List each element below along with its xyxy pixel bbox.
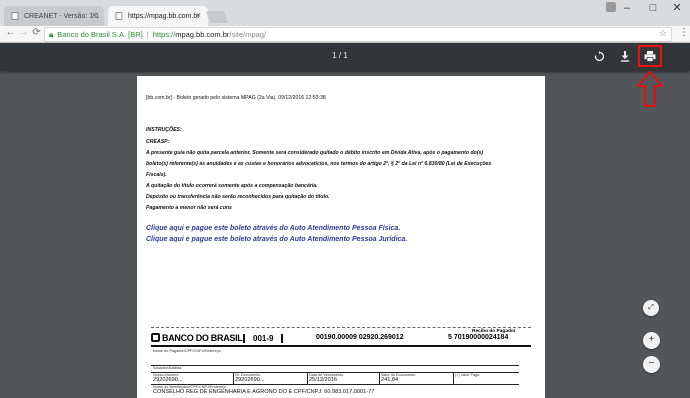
download-icon[interactable] xyxy=(620,51,630,62)
vencimento-value: 25/12/2016 xyxy=(309,377,337,383)
print-highlight-box xyxy=(638,45,662,67)
field-label: (=) Valor Pago xyxy=(455,373,480,377)
beneficiario-value: CONSELHO REG DE ENGENHARIA E AGRONO DO E… xyxy=(153,389,375,395)
pdf-toolbar: 1 / 1 xyxy=(0,43,690,71)
banco-do-brasil-logo: BANCO DO BRASIL xyxy=(151,333,243,343)
document-favicon-icon xyxy=(115,12,123,20)
rotate-icon[interactable] xyxy=(594,51,605,62)
zoom-in-button[interactable]: + xyxy=(643,332,660,349)
close-tab-icon[interactable]: × xyxy=(92,10,97,20)
browser-window: CREANET - Versão: 1.1 × https://mpag.bb.… xyxy=(0,0,690,398)
instruction-line: Pagamento a menor não será cons xyxy=(146,205,232,211)
url-host: mpag.bb.com.br xyxy=(175,30,230,39)
digitable-line-part2: 5 70190000024184 xyxy=(448,334,509,341)
fit-to-page-button[interactable]: ⤢ xyxy=(643,300,659,316)
divider xyxy=(453,372,454,384)
divider xyxy=(233,372,234,384)
close-tab-icon[interactable]: × xyxy=(196,10,201,20)
tab-title: CREANET - Versão: 1.1 xyxy=(24,12,99,20)
instruction-line: A presente guia não quita parcela anteri… xyxy=(146,150,484,156)
url-scheme: https:// xyxy=(152,30,176,39)
close-window-button[interactable]: ✕ xyxy=(664,0,690,18)
url-path: /site/mpag/ xyxy=(229,30,267,39)
address-bar[interactable]: 🔒︎ Banco do Brasil S.A. [BR] | https:// … xyxy=(44,27,672,42)
minimize-button[interactable]: – xyxy=(614,0,640,18)
instruction-line: Depósito ou transferência não serão reco… xyxy=(146,194,330,200)
document-favicon-icon xyxy=(11,12,19,20)
link-pessoa-juridica[interactable]: Clique aqui e pague este boleto através … xyxy=(146,236,407,243)
instruction-line: A quitação do título ocorrerá somente ap… xyxy=(146,183,318,189)
link-pessoa-fisica[interactable]: Clique aqui e pague este boleto através … xyxy=(146,225,400,232)
tab-title: https://mpag.bb.com.br xyxy=(128,12,200,20)
tab-creanet[interactable]: CREANET - Versão: 1.1 × xyxy=(4,6,104,26)
instructions-title: INSTRUÇÕES: xyxy=(146,127,182,133)
nosso-numero-value: 29202690... xyxy=(153,377,183,383)
forward-button[interactable]: → xyxy=(17,27,30,38)
back-button[interactable]: ← xyxy=(4,27,17,38)
browser-toolbar: ← → ⟳ 🔒︎ Banco do Brasil S.A. [BR] | htt… xyxy=(0,26,690,43)
divider xyxy=(151,365,519,366)
documento-value: 29202690... xyxy=(235,377,265,383)
bookmark-star-icon[interactable]: ☆ xyxy=(659,28,667,39)
valor-value: 241,84 xyxy=(381,377,399,383)
site-identity[interactable]: Banco do Brasil S.A. [BR] xyxy=(57,30,142,39)
pdf-page: [bb.com.br] - Boleto gerado pelo sistema… xyxy=(137,76,545,398)
lock-icon[interactable]: 🔒︎ xyxy=(49,30,53,40)
boleto-bank-row: BANCO DO BRASIL 001-9 00190.00009 02920.… xyxy=(151,333,531,347)
creasp-label: CREASP: xyxy=(146,139,170,145)
divider xyxy=(379,372,380,384)
cut-line xyxy=(151,327,531,328)
field-label: Sacador/Avalista xyxy=(153,366,182,370)
document-header: [bb.com.br] - Boleto gerado pelo sistema… xyxy=(146,95,326,101)
instruction-line: boleto(s) referente(s) às anuidades e as… xyxy=(146,161,492,167)
maximize-button[interactable]: □ xyxy=(640,0,666,18)
digitable-line-part1: 00190.00009 02920.269012 xyxy=(316,334,404,341)
up-arrow-annotation-icon xyxy=(637,71,663,107)
bank-name: BANCO DO BRASIL xyxy=(162,333,243,343)
reload-button[interactable]: ⟳ xyxy=(30,27,43,38)
tab-strip: CREANET - Versão: 1.1 × https://mpag.bb.… xyxy=(0,0,690,26)
instruction-line: Fiscais). xyxy=(146,172,167,178)
separator: | xyxy=(146,30,149,39)
zoom-out-button[interactable]: − xyxy=(643,356,660,373)
chrome-menu-icon[interactable]: ⋮ xyxy=(679,27,689,38)
page-indicator[interactable]: 1 / 1 xyxy=(320,51,360,60)
field-label: Nome do Pagador/CPF/CNPJ/Endereço xyxy=(153,349,221,353)
tab-mpag[interactable]: https://mpag.bb.com.br × xyxy=(108,6,208,26)
bank-code: 001-9 xyxy=(243,334,284,343)
divider xyxy=(307,372,308,384)
new-tab-button[interactable] xyxy=(205,11,229,23)
